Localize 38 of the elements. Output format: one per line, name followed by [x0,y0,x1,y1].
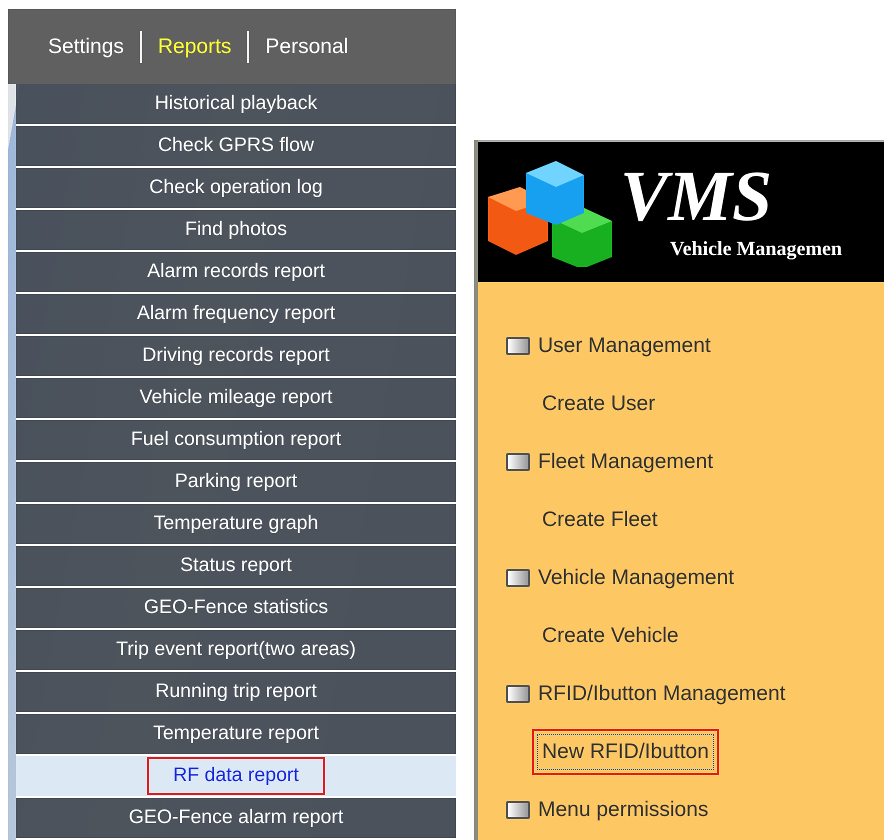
highlight-frame: RF data report [147,757,325,795]
menu-item[interactable]: Find photos [16,210,456,252]
tree-link[interactable]: Create Fleet [542,504,658,536]
menu-item[interactable]: Check operation log [16,168,456,210]
tree-link[interactable]: Create Vehicle [542,620,679,652]
menu-tab[interactable]: Reports [142,30,248,62]
menu-item[interactable]: Temperature report [16,714,456,756]
menu-item[interactable]: RF data report [16,756,456,798]
section-label[interactable]: Menu permissions [538,794,708,826]
section-label[interactable]: RFID/Ibutton Management [538,678,786,710]
square-icon [506,685,530,703]
menu-item[interactable]: Trip event report(two areas) [16,630,456,672]
menu-item[interactable]: Historical playback [16,84,456,126]
tree-link[interactable]: New RFID/Ibutton [532,729,719,775]
square-icon [506,453,530,471]
menu-item[interactable]: Driving records report [16,336,456,378]
menu-tab[interactable]: Personal [249,30,364,62]
menu-item[interactable]: Fuel consumption report [16,420,456,462]
menu-item[interactable]: Alarm frequency report [16,294,456,336]
section-label[interactable]: Fleet Management [538,446,714,478]
menu-item[interactable]: Temperature graph [16,504,456,546]
menu-item[interactable]: Status report [16,546,456,588]
logo-subtitle: Vehicle Managemen [670,237,842,262]
tree-link[interactable]: Create User [542,388,656,420]
menu-item[interactable]: GEO-Fence alarm report [16,798,456,840]
menu-item[interactable]: Vehicle mileage report [16,378,456,420]
menu-item[interactable]: Parking report [16,462,456,504]
menu-item[interactable]: Running trip report [16,672,456,714]
section-label[interactable]: Vehicle Management [538,562,734,594]
menu-item[interactable]: Check GPRS flow [16,126,456,168]
menu-item[interactable]: Alarm records report [16,252,456,294]
logo-title: VMS [620,160,772,232]
square-icon [506,569,530,587]
menu-tab[interactable]: Settings [32,30,140,62]
square-icon [506,801,530,819]
section-label[interactable]: User Management [538,330,711,362]
square-icon [506,337,530,355]
menu-item[interactable]: GEO-Fence statistics [16,588,456,630]
